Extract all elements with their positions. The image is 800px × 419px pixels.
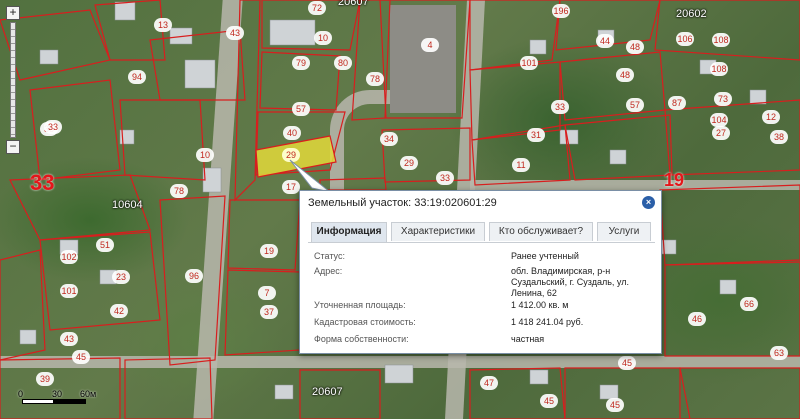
field-value: 1 418 241.04 руб. (511, 317, 584, 327)
zoom-slider[interactable] (10, 22, 16, 138)
popup-tabs: Информация Характеристики Кто обслуживае… (311, 222, 651, 242)
field-label: Уточненная площадь: (314, 300, 406, 310)
popup-title: Земельный участок: 33:19:020601:29 (308, 197, 497, 209)
zoom-control: + − (6, 6, 24, 154)
popup-info-panel: Статус: Ранее учтенный Адрес: обл. Влади… (308, 242, 655, 347)
scale-segment (54, 399, 86, 404)
parcel-info-popup: Земельный участок: 33:19:020601:29 × Инф… (299, 190, 662, 354)
field-label: Статус: (314, 251, 345, 261)
scale-bar: 0 30 60м (18, 389, 98, 411)
scale-end-label: 60м (80, 389, 97, 399)
tab-services[interactable]: Услуги (597, 222, 651, 241)
zoom-out-button[interactable]: − (6, 140, 20, 154)
close-icon[interactable]: × (642, 196, 655, 209)
field-value: обл. Владимирская, р-н Суздальский, г. С… (511, 266, 629, 298)
tab-who-serves[interactable]: Кто обслуживает? (489, 222, 593, 241)
field-label: Кадастровая стоимость: (314, 317, 416, 327)
field-label: Адрес: (314, 266, 343, 276)
field-value: 1 412.00 кв. м (511, 300, 569, 310)
map-canvas[interactable]: 196 13 108 43 72 4 10 79 80 78 101 94 48 106 108 44 48 73… (0, 0, 800, 419)
tab-information[interactable]: Информация (311, 222, 387, 242)
tab-characteristics[interactable]: Характеристики (391, 222, 485, 241)
zoom-in-button[interactable]: + (6, 6, 20, 20)
field-label: Форма собственности: (314, 334, 409, 344)
field-value: Ранее учтенный (511, 251, 579, 261)
scale-mid-label: 30 (52, 389, 63, 399)
scale-zero-label: 0 (18, 389, 24, 399)
scale-segment (22, 399, 54, 404)
field-value: частная (511, 334, 545, 344)
